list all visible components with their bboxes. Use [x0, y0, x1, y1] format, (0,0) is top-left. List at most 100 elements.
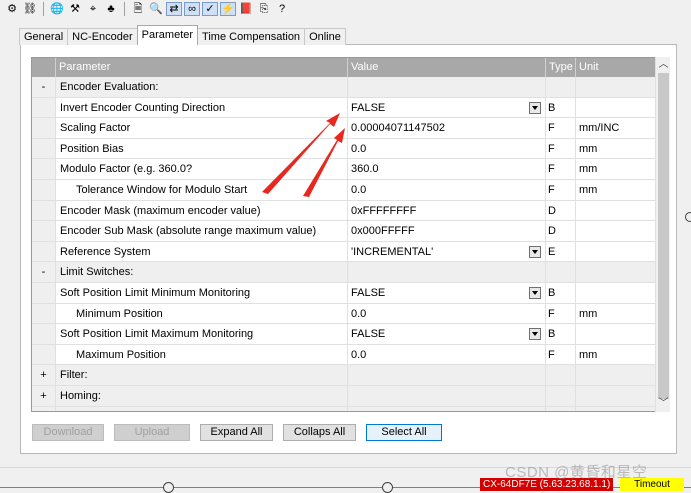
table-row[interactable]: Tolerance Window for Modulo Start 0.0 Fmm	[32, 179, 655, 201]
toolbar-separator	[43, 1, 44, 16]
cell-value[interactable]	[348, 385, 546, 406]
row-expander[interactable]	[32, 179, 56, 200]
tab-online[interactable]: Online	[304, 28, 346, 45]
cell-parameter	[56, 406, 348, 411]
group-row[interactable]	[32, 406, 655, 411]
row-expander[interactable]	[32, 118, 56, 138]
cell-type: B	[546, 282, 576, 303]
copy-icon[interactable]: ⎘	[256, 2, 272, 16]
dropdown-arrow-icon[interactable]	[529, 286, 541, 299]
row-expander[interactable]	[32, 221, 56, 241]
table-row[interactable]: Encoder Sub Mask (absolute range maximum…	[32, 221, 655, 242]
grid-tools-icon[interactable]: ⚒	[67, 2, 83, 16]
table-row[interactable]: Soft Position Limit Maximum Monitoring FA…	[32, 324, 655, 345]
row-expander[interactable]	[32, 324, 56, 344]
table-row[interactable]: Invert Encoder Counting Direction FALSE B	[32, 97, 655, 119]
cell-value[interactable]: 0.0	[348, 303, 546, 324]
expand-all-button[interactable]: Expand All	[200, 424, 273, 441]
scroll-down-icon[interactable]: ﹀	[656, 396, 671, 411]
table-row[interactable]: Reference System 'INCREMENTAL' E	[32, 241, 655, 263]
table-row[interactable]: Modulo Factor (e.g. 360.0? 360.0 Fmm	[32, 159, 655, 180]
tree-icon[interactable]: ♣	[103, 2, 119, 16]
dropdown-arrow-icon[interactable]	[529, 101, 541, 114]
row-expander[interactable]	[32, 200, 56, 221]
header-parameter[interactable]: Parameter	[56, 58, 348, 77]
row-expander[interactable]	[32, 241, 56, 262]
upload-button[interactable]: Upload	[114, 424, 190, 441]
row-expander[interactable]: +	[32, 385, 56, 406]
header-type[interactable]: Type	[546, 58, 576, 77]
tab-nc-encoder[interactable]: NC-Encoder	[67, 28, 138, 45]
cell-value[interactable]	[348, 77, 546, 97]
cell-unit	[576, 221, 655, 241]
cell-value[interactable]: 0.0	[348, 344, 546, 365]
cell-value[interactable]: 0.0	[348, 138, 546, 159]
document-icon[interactable]: 🗎	[130, 2, 146, 16]
cell-parameter: Reference System	[56, 241, 348, 262]
slider-knob-left[interactable]	[163, 482, 174, 493]
row-expander[interactable]	[32, 344, 56, 365]
row-expander[interactable]	[32, 97, 56, 118]
scope-icon[interactable]: ⌖	[85, 2, 101, 16]
cell-value[interactable]	[348, 262, 546, 282]
row-expander[interactable]	[32, 138, 56, 159]
tab-parameter[interactable]: Parameter	[136, 25, 199, 45]
row-expander[interactable]: +	[32, 365, 56, 385]
cell-value[interactable]: FALSE	[348, 282, 546, 303]
cell-value[interactable]: 0.00004071147502	[348, 118, 546, 138]
table-row[interactable]: Scaling Factor 0.00004071147502 Fmm/INC	[32, 118, 655, 139]
row-expander[interactable]: -	[32, 77, 56, 97]
cell-value[interactable]: FALSE	[348, 97, 546, 118]
row-expander[interactable]: -	[32, 262, 56, 282]
table-row[interactable]: Minimum Position 0.0 Fmm	[32, 303, 655, 325]
table-row[interactable]: Soft Position Limit Minimum Monitoring FA…	[32, 282, 655, 304]
group-row[interactable]: + Filter:	[32, 365, 655, 386]
dropdown-arrow-icon[interactable]	[529, 245, 541, 258]
network-icon[interactable]: ⛓	[22, 2, 38, 16]
row-expander[interactable]	[32, 406, 56, 411]
table-row[interactable]: Encoder Mask (maximum encoder value) 0xFF…	[32, 200, 655, 222]
help-icon[interactable]: ?	[274, 2, 290, 16]
cell-value[interactable]: 360.0	[348, 159, 546, 179]
table-row[interactable]: Maximum Position 0.0 Fmm	[32, 344, 655, 366]
download-button[interactable]: Download	[32, 424, 104, 441]
header-unit[interactable]: Unit	[576, 58, 655, 77]
collapse-all-button[interactable]: Collaps All	[283, 424, 356, 441]
group-row[interactable]: - Encoder Evaluation:	[32, 77, 655, 98]
cell-type: B	[546, 324, 576, 344]
cell-value[interactable]	[348, 406, 546, 411]
scroll-thumb[interactable]	[658, 73, 669, 399]
tab-time-compensation[interactable]: Time Compensation	[197, 28, 306, 45]
cell-value[interactable]: 0.0	[348, 179, 546, 200]
select-all-button[interactable]: Select All	[366, 424, 442, 441]
cell-value[interactable]: 'INCREMENTAL'	[348, 241, 546, 262]
cell-value[interactable]: FALSE	[348, 324, 546, 344]
row-expander[interactable]	[32, 159, 56, 179]
globe-tree-icon[interactable]: 🌐	[49, 2, 65, 16]
grid-scrollbar[interactable]: ︿ ﹀	[655, 57, 670, 412]
toggle-check-icon[interactable]: ✓	[202, 1, 218, 16]
glasses-icon[interactable]: ∞	[184, 1, 200, 16]
cell-parameter: Encoder Mask (maximum encoder value)	[56, 200, 348, 221]
book-icon[interactable]: 📕	[238, 2, 254, 16]
splitter-handle-icon[interactable]	[685, 212, 691, 222]
force-icon[interactable]: ⚡	[220, 1, 236, 16]
scroll-up-icon[interactable]: ︿	[656, 57, 671, 72]
settings-tools-icon[interactable]: ⚙	[4, 2, 20, 16]
cell-parameter: Encoder Evaluation:	[56, 77, 348, 97]
group-row[interactable]: - Limit Switches:	[32, 262, 655, 283]
link-variable-icon[interactable]: ⇄	[166, 1, 182, 16]
header-value[interactable]: Value	[348, 58, 546, 77]
tab-general[interactable]: General	[19, 28, 69, 45]
row-expander[interactable]	[32, 303, 56, 324]
dropdown-arrow-icon[interactable]	[529, 328, 541, 341]
cell-value[interactable]: 0xFFFFFFFF	[348, 200, 546, 221]
cell-value[interactable]: 0x000FFFFF	[348, 221, 546, 241]
row-expander[interactable]	[32, 282, 56, 303]
table-row[interactable]: Position Bias 0.0 Fmm	[32, 138, 655, 160]
toolbar: ⚙ ⛓ 🌐 ⚒ ⌖ ♣ 🗎 🔍 ⇄ ∞ ✓ ⚡ 📕 ⎘?	[0, 0, 691, 17]
cell-value[interactable]	[348, 365, 546, 385]
slider-knob-right[interactable]	[382, 482, 393, 493]
group-row[interactable]: + Homing:	[32, 385, 655, 407]
search-icon[interactable]: 🔍	[148, 2, 164, 16]
